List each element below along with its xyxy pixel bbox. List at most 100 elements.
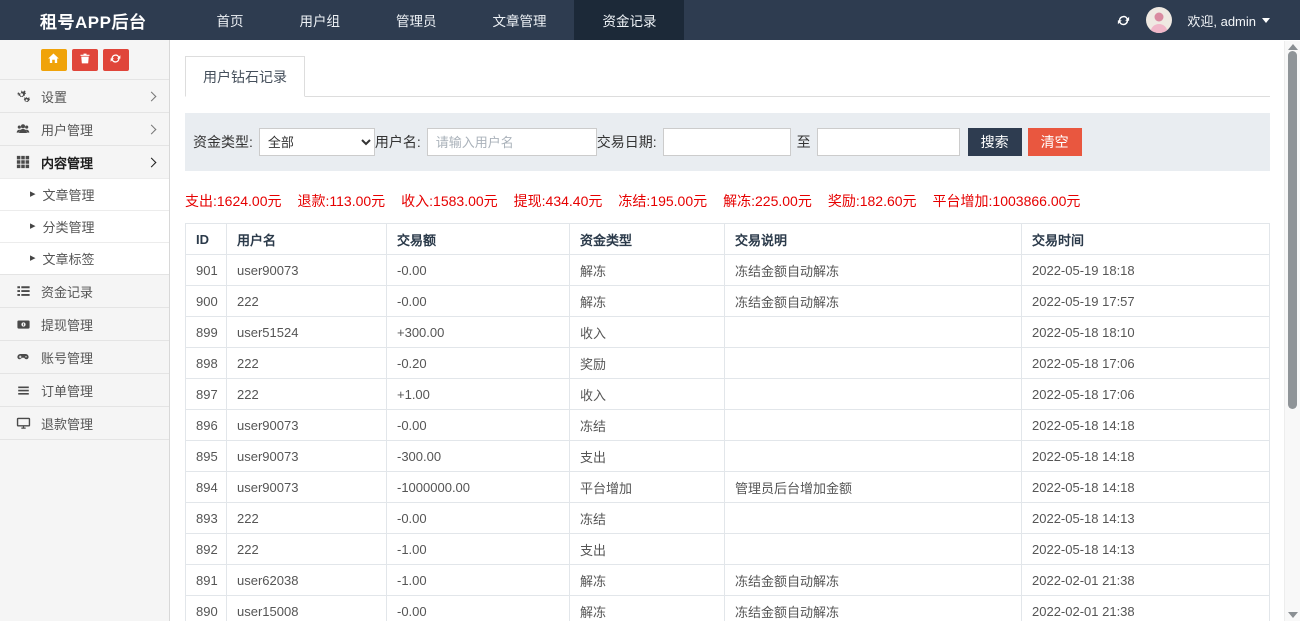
table-cell: -1.00 xyxy=(387,565,570,596)
table-cell: -1000000.00 xyxy=(387,472,570,503)
table-cell: 222 xyxy=(227,286,387,317)
table-cell xyxy=(725,317,1022,348)
sidebar-item-content-management[interactable]: 内容管理 xyxy=(0,145,169,178)
tab-user-diamond-records[interactable]: 用户钻石记录 xyxy=(185,56,305,97)
table-cell xyxy=(725,441,1022,472)
sidebar-item-account-management[interactable]: 账号管理 xyxy=(0,340,169,373)
chevron-right-icon xyxy=(147,157,157,167)
table-cell: user90073 xyxy=(227,410,387,441)
sidebar-item-settings[interactable]: 设置 xyxy=(0,79,169,112)
users-icon xyxy=(14,122,32,136)
summary-stat-2: 收入:1583.00元 xyxy=(401,191,498,211)
sidebar-item-label: 分类管理 xyxy=(43,217,95,236)
scroll-up-arrow-icon[interactable] xyxy=(1288,44,1298,50)
scrollbar-thumb[interactable] xyxy=(1288,51,1297,409)
refresh-button[interactable] xyxy=(103,49,129,71)
table-cell: 冻结金额自动解冻 xyxy=(725,596,1022,621)
table-cell: 890 xyxy=(186,596,227,621)
trash-button[interactable] xyxy=(72,49,98,71)
search-button[interactable]: 搜索 xyxy=(968,128,1022,156)
table-cell: -0.00 xyxy=(387,596,570,621)
table-cell: 898 xyxy=(186,348,227,379)
sidebar-item-fund-records[interactable]: 资金记录 xyxy=(0,274,169,307)
table-cell: user90073 xyxy=(227,255,387,286)
table-cell: 895 xyxy=(186,441,227,472)
sidebar-item-label: 账号管理 xyxy=(41,348,157,367)
table-cell: 2022-05-18 14:18 xyxy=(1022,410,1270,441)
summary-stat-1: 退款:113.00元 xyxy=(298,191,386,211)
nav-item-fund-records[interactable]: 资金记录 xyxy=(574,0,684,40)
table-cell: 平台增加 xyxy=(570,472,725,503)
table-cell: 892 xyxy=(186,534,227,565)
sidebar-item-label: 退款管理 xyxy=(41,414,157,433)
table-cell: user90073 xyxy=(227,441,387,472)
username-input[interactable] xyxy=(427,128,597,156)
table-cell: 解冻 xyxy=(570,255,725,286)
sidebar-item-label: 文章管理 xyxy=(43,185,95,204)
triangle-right-icon: ▸ xyxy=(30,189,36,200)
table-row: 891user62038-1.00解冻冻结金额自动解冻2022-02-01 21… xyxy=(186,565,1270,596)
navbar-right: 欢迎, admin xyxy=(1116,0,1300,40)
sidebar-item-article-tags[interactable]: ▸文章标签 xyxy=(0,242,169,274)
nav-item-user-groups[interactable]: 用户组 xyxy=(271,0,368,40)
scroll-down-arrow-icon[interactable] xyxy=(1288,612,1298,618)
table-cell: 2022-05-18 18:10 xyxy=(1022,317,1270,348)
summary-stat-5: 解冻:225.00元 xyxy=(723,191,812,211)
nav-item-admins[interactable]: 管理员 xyxy=(368,0,465,40)
top-navbar: 租号APP后台 首页用户组管理员文章管理资金记录 欢迎, admin xyxy=(0,0,1300,40)
sidebar-item-label: 订单管理 xyxy=(41,381,157,400)
nav-item-home[interactable]: 首页 xyxy=(188,0,271,40)
sidebar-item-withdraw-management[interactable]: 提现管理 xyxy=(0,307,169,340)
clear-button[interactable]: 清空 xyxy=(1028,128,1082,156)
table-cell: 冻结金额自动解冻 xyxy=(725,286,1022,317)
column-header: 用户名 xyxy=(227,224,387,255)
summary-stat-3: 提现:434.40元 xyxy=(514,191,603,211)
desktop-icon xyxy=(14,416,32,430)
table-row: 897222+1.00收入2022-05-18 17:06 xyxy=(186,379,1270,410)
sidebar-item-label: 资金记录 xyxy=(41,282,157,301)
table-cell: -0.00 xyxy=(387,410,570,441)
gears-icon xyxy=(14,89,32,104)
table-cell: 支出 xyxy=(570,534,725,565)
table-cell: 222 xyxy=(227,503,387,534)
scrollbar[interactable] xyxy=(1284,41,1300,621)
refresh-icon[interactable] xyxy=(1116,13,1131,28)
home-button[interactable] xyxy=(41,49,67,71)
app-title: 租号APP后台 xyxy=(0,0,188,40)
table-cell xyxy=(725,379,1022,410)
sidebar-item-refund-management[interactable]: 退款管理 xyxy=(0,406,169,439)
caret-down-icon xyxy=(1262,18,1270,23)
sidebar-item-order-management[interactable]: 订单管理 xyxy=(0,373,169,406)
avatar[interactable] xyxy=(1146,7,1172,33)
table-cell: 891 xyxy=(186,565,227,596)
date-end-input[interactable] xyxy=(817,128,960,156)
table-cell xyxy=(725,534,1022,565)
date-label: 交易日期: xyxy=(597,132,657,152)
table-cell: +1.00 xyxy=(387,379,570,410)
table-cell: 管理员后台增加金额 xyxy=(725,472,1022,503)
sidebar-item-article-management[interactable]: ▸ 文章管理 xyxy=(0,178,169,210)
table-cell: 2022-05-18 14:13 xyxy=(1022,503,1270,534)
fund-type-select[interactable]: 全部 xyxy=(259,128,375,156)
user-menu[interactable]: 欢迎, admin xyxy=(1187,11,1270,30)
table-cell: 收入 xyxy=(570,317,725,348)
summary-stats: 支出:1624.00元退款:113.00元收入:1583.00元提现:434.4… xyxy=(185,191,1270,211)
sidebar-item-label: 设置 xyxy=(41,87,139,106)
table-cell: 解冻 xyxy=(570,286,725,317)
money-icon xyxy=(14,318,32,331)
sidebar-item-category-management[interactable]: ▸ 分类管理 xyxy=(0,210,169,242)
table-row: 894user90073-1000000.00平台增加管理员后台增加金额2022… xyxy=(186,472,1270,503)
table-cell: -0.00 xyxy=(387,503,570,534)
sidebar-item-user-management[interactable]: 用户管理 xyxy=(0,112,169,145)
grid-icon xyxy=(14,155,32,169)
date-start-input[interactable] xyxy=(663,128,791,156)
table-cell: -300.00 xyxy=(387,441,570,472)
column-header: 交易说明 xyxy=(725,224,1022,255)
summary-stat-7: 平台增加:1003866.00元 xyxy=(933,191,1081,211)
summary-stat-0: 支出:1624.00元 xyxy=(185,191,282,211)
table-cell: 解冻 xyxy=(570,596,725,621)
tab-bar: 用户钻石记录 xyxy=(185,56,1270,97)
summary-stat-6: 奖励:182.60元 xyxy=(828,191,917,211)
triangle-right-icon: ▸ xyxy=(30,221,36,232)
nav-item-article-management[interactable]: 文章管理 xyxy=(464,0,574,40)
